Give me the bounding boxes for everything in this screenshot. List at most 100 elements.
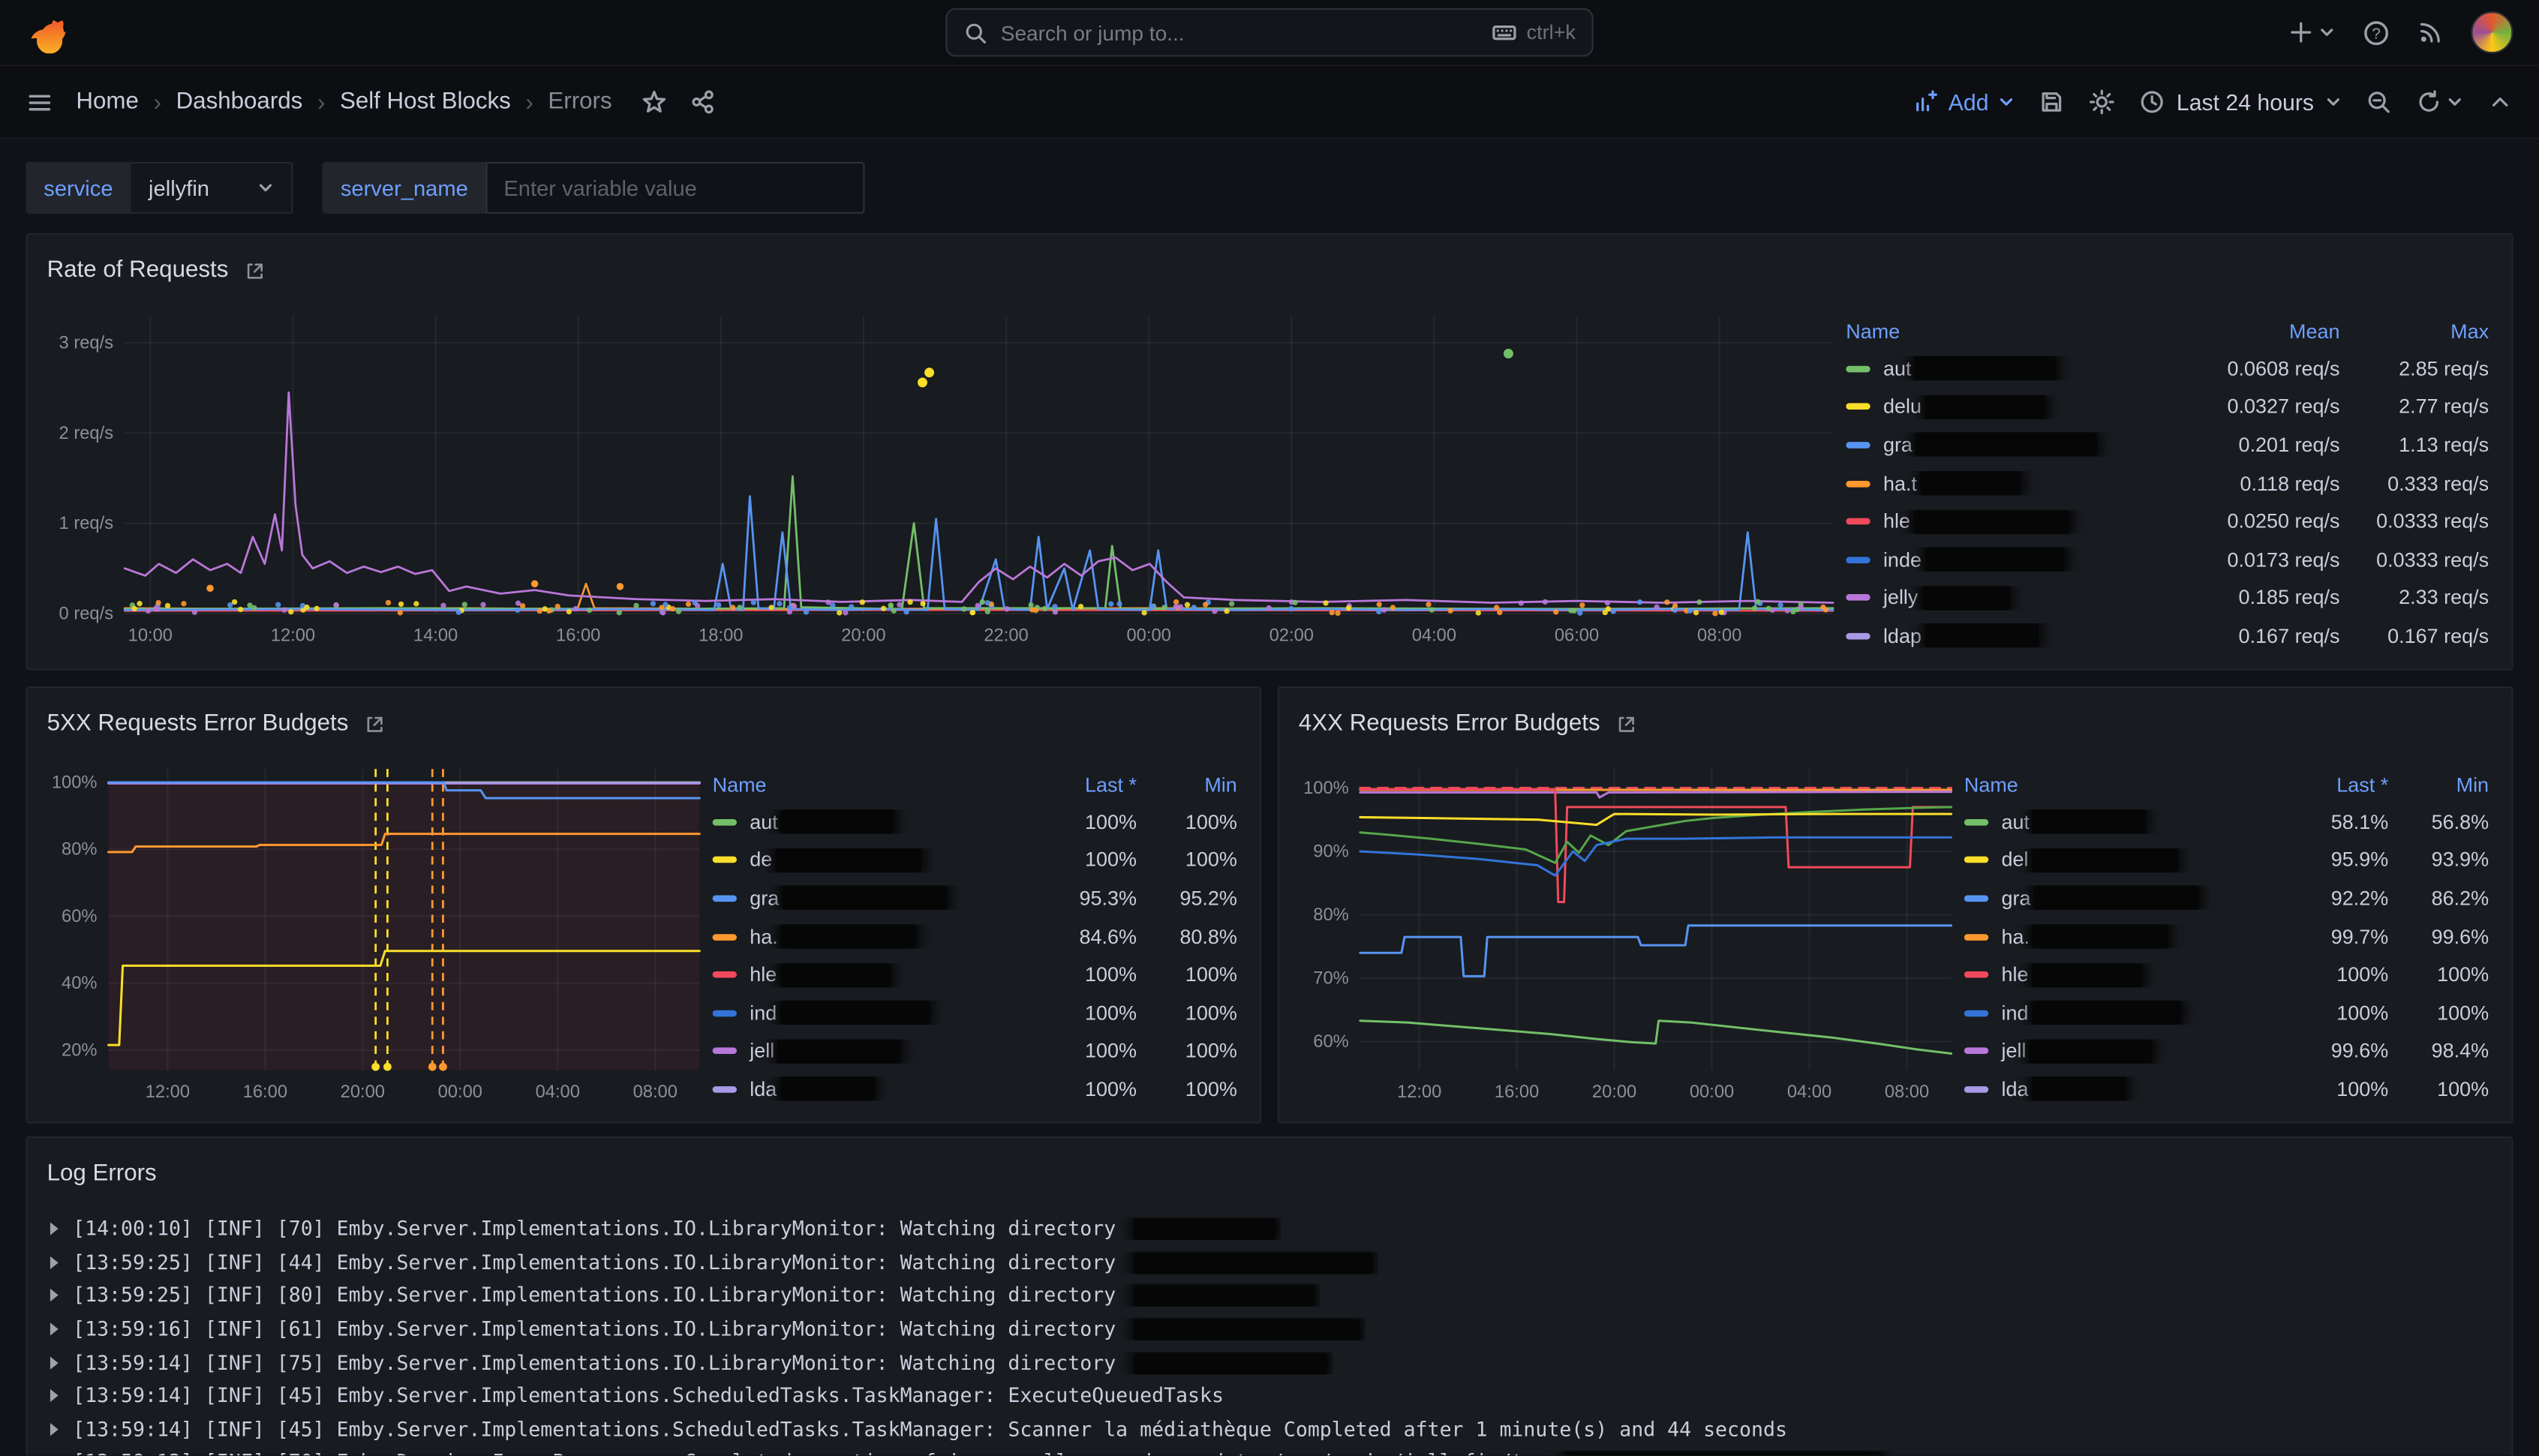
favorite-star-icon[interactable] [641,89,667,116]
add-panel-button[interactable]: Add [1913,89,2015,116]
log-row[interactable]: [13:59:14] [INF] [45] Emby.Server.Implem… [44,1412,2495,1445]
svg-text:100%: 100% [1303,779,1349,798]
expand-caret-icon[interactable] [50,1256,59,1268]
legend-value: 100% [1137,1040,1237,1062]
log-row[interactable]: [14:00:10] [INF] [70] Emby.Server.Implem… [44,1212,2495,1245]
service-variable-dropdown[interactable]: jellyfin [131,162,293,214]
legend-row[interactable]: lda100%100% [713,1070,1237,1109]
legend-row[interactable]: ha.84.6%80.8% [713,917,1237,956]
time-range-picker[interactable]: Last 24 hours [2139,89,2341,116]
log-row[interactable]: [13:59:25] [INF] [80] Emby.Server.Implem… [44,1279,2495,1312]
log-text: [13:59:13] [INF] [70] Emby.Drawing.Image… [73,1451,1934,1456]
5xx-error-budget-chart[interactable]: 12:0016:0020:0000:0004:0008:00100%80%60%… [41,759,713,1106]
legend-row[interactable]: del95.9%93.9% [1964,841,2489,879]
save-dashboard-icon[interactable] [2039,89,2065,116]
series-name: lda [2001,1078,2028,1100]
svg-text:20:00: 20:00 [841,626,885,646]
expand-caret-icon[interactable] [50,1389,59,1402]
server-name-input[interactable] [486,162,865,214]
legend-value: 0.0333 req/s [2340,510,2489,533]
redacted-series-name [1920,471,2021,495]
4xx-error-budget-chart[interactable]: 12:0016:0020:0000:0004:0008:00100%90%80%… [1292,759,1964,1106]
menu-toggle-icon[interactable] [26,89,54,116]
legend-value: 100% [2388,1001,2489,1024]
legend-row[interactable]: gra0.201 req/s1.13 req/s [1846,426,2489,464]
legend-row[interactable]: inde0.0173 req/s0.0333 req/s [1846,541,2489,579]
legend-row[interactable]: de100%100% [713,841,1237,879]
external-link-icon[interactable] [245,260,266,281]
zoom-out-icon[interactable] [2366,89,2392,116]
legend-value: 95.9% [2272,849,2388,872]
log-row[interactable]: [13:59:14] [INF] [75] Emby.Server.Implem… [44,1346,2495,1379]
log-row[interactable]: [13:59:16] [INF] [61] Emby.Server.Implem… [44,1313,2495,1346]
redacted-series-name [2032,962,2142,986]
legend-sort-name[interactable]: Name [1964,773,2272,796]
legend-row[interactable]: gra95.3%95.2% [713,879,1237,917]
expand-caret-icon[interactable] [50,1223,59,1235]
grafana-logo[interactable] [26,11,68,53]
legend-row[interactable]: hle100%100% [1964,956,2489,994]
legend-sort-col[interactable]: Mean [2165,320,2339,342]
legend-value: 0.185 req/s [2165,587,2339,609]
legend-sort-name[interactable]: Name [1846,320,2165,342]
legend-row[interactable]: lda100%100% [1964,1070,2489,1109]
news-button[interactable] [2417,20,2444,46]
help-button[interactable]: ? [2363,19,2390,47]
external-link-icon[interactable] [1616,713,1637,734]
legend-sort-col[interactable]: Min [2388,773,2489,796]
settings-gear-icon[interactable] [2089,89,2115,116]
legend-row[interactable]: hle100%100% [713,956,1237,994]
series-name: ldap [1883,625,1922,647]
breadcrumb-folder[interactable]: Self Host Blocks [340,89,511,116]
external-link-icon[interactable] [365,713,386,734]
series-color-swatch [1964,1010,1988,1016]
legend-row[interactable]: ha.99.7%99.6% [1964,917,2489,956]
collapse-toolbar-icon[interactable] [2487,89,2513,116]
rate-of-requests-chart[interactable]: 10:0012:0014:0016:0018:0020:0022:0000:00… [41,306,1846,650]
user-avatar[interactable] [2471,11,2513,53]
expand-caret-icon[interactable] [50,1289,59,1302]
add-graph-icon [1913,89,1939,116]
legend-row[interactable]: hle0.0250 req/s0.0333 req/s [1846,503,2489,541]
breadcrumb-home[interactable]: Home [76,89,138,116]
legend-sort-col[interactable]: Last * [2272,773,2388,796]
log-row[interactable]: [13:59:14] [INF] [45] Emby.Server.Implem… [44,1379,2495,1412]
expand-caret-icon[interactable] [50,1423,59,1436]
legend-row[interactable]: jell100%100% [713,1032,1237,1070]
search-bar[interactable]: Search or jump to... ctrl+k [945,8,1593,57]
svg-text:2 req/s: 2 req/s [59,424,114,443]
expand-caret-icon[interactable] [50,1322,59,1335]
log-row[interactable]: [13:59:13] [INF] [70] Emby.Drawing.Image… [44,1446,2495,1456]
legend-value: 0.333 req/s [2340,472,2489,494]
redacted-log-text [1133,1253,1372,1274]
share-icon[interactable] [690,89,716,116]
refresh-button[interactable] [2416,89,2463,116]
legend-row[interactable]: ha.t0.118 req/s0.333 req/s [1846,464,2489,503]
legend-row[interactable]: aut0.0608 req/s2.85 req/s [1846,350,2489,388]
legend-value: 99.6% [2388,926,2489,948]
legend-row[interactable]: ind100%100% [1964,994,2489,1032]
log-row[interactable]: [13:59:25] [INF] [44] Emby.Server.Implem… [44,1246,2495,1279]
legend-row[interactable]: gra92.2%86.2% [1964,879,2489,917]
legend-row[interactable]: jelly0.185 req/s2.33 req/s [1846,579,2489,617]
legend-row[interactable]: ldap0.167 req/s0.167 req/s [1846,617,2489,656]
legend-sort-col[interactable]: Max [2340,320,2489,342]
breadcrumb-dashboards[interactable]: Dashboards [176,89,303,116]
series-color-swatch [1964,933,1988,940]
legend-row[interactable]: jell99.6%98.4% [1964,1032,2489,1070]
legend-row[interactable]: aut58.1%56.8% [1964,803,2489,841]
legend-sort-col[interactable]: Min [1137,773,1237,796]
log-text: [13:59:16] [INF] [61] Emby.Server.Implem… [73,1318,1364,1340]
legend-row[interactable]: delu0.0327 req/s2.77 req/s [1846,388,2489,426]
redacted-log-text [1133,1286,1315,1307]
server-name-variable-label: server_name [323,162,486,214]
legend-row[interactable]: ind100%100% [713,994,1237,1032]
legend-row[interactable]: aut100%100% [713,803,1237,841]
legend-sort-name[interactable]: Name [713,773,1020,796]
expand-caret-icon[interactable] [50,1356,59,1369]
series-color-swatch [1964,895,1988,902]
series-color-swatch [1964,857,1988,864]
new-menu-button[interactable] [2288,20,2335,46]
legend-sort-col[interactable]: Last * [1020,773,1137,796]
svg-text:18:00: 18:00 [699,626,743,646]
